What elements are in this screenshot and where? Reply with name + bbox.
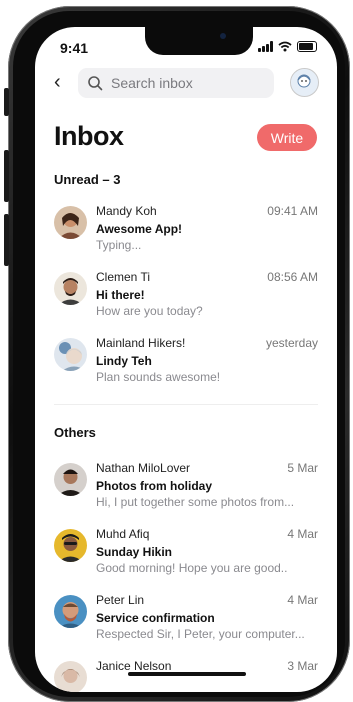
others-section-heading: Others	[54, 425, 96, 440]
message-time: 4 Mar	[287, 593, 318, 607]
camera-icon	[220, 33, 226, 39]
message-item[interactable]: Peter Lin 4 Mar Service confirmation Res…	[54, 593, 318, 647]
avatar	[54, 206, 87, 239]
phone-screen: 9:41 ‹ Inbox Write Unread – 3	[35, 27, 337, 692]
group-avatar	[54, 338, 87, 371]
message-preview: Typing...	[96, 238, 142, 252]
message-item[interactable]: Mandy Koh 09:41 AM Awesome App! Typing..…	[54, 204, 318, 258]
profile-avatar[interactable]	[290, 68, 319, 97]
avatar	[54, 463, 87, 496]
message-time: yesterday	[265, 336, 318, 350]
sender-name: Mandy Koh	[96, 204, 157, 218]
sender-name: Janice Nelson	[96, 659, 172, 673]
message-subject: Awesome App!	[96, 222, 183, 236]
mute-switch	[4, 88, 9, 116]
message-time: 4 Mar	[287, 527, 318, 541]
avatar	[54, 272, 87, 305]
page-title: Inbox	[54, 121, 124, 151]
search-icon	[88, 76, 103, 91]
message-item[interactable]: Muhd Afiq 4 Mar Sunday Hikin Good mornin…	[54, 527, 318, 581]
volume-down-button	[4, 214, 9, 266]
wifi-icon	[278, 41, 292, 52]
unread-section-heading: Unread – 3	[54, 172, 121, 187]
message-preview: Plan sounds awesome!	[96, 370, 221, 384]
message-time: 09:41 AM	[267, 204, 318, 218]
message-time: 5 Mar	[287, 461, 318, 475]
signal-icon	[258, 41, 273, 52]
message-preview: Respected Sir, I Peter, your computer...	[96, 627, 305, 641]
message-time: 3 Mar	[287, 659, 318, 673]
home-indicator[interactable]	[128, 672, 246, 676]
battery-icon	[297, 41, 317, 52]
avatar	[54, 661, 87, 692]
back-chevron-icon[interactable]: ‹	[54, 71, 61, 94]
message-subject: Hi there!	[96, 288, 145, 302]
message-time: 08:56 AM	[267, 270, 318, 284]
notch	[145, 27, 253, 55]
message-preview: Good morning! Hope you are good..	[96, 561, 288, 575]
message-preview: How are you today?	[96, 304, 203, 318]
sender-name: Nathan MiloLover	[96, 461, 191, 475]
message-item[interactable]: Mainland Hikers! yesterday Lindy Teh Pla…	[54, 336, 318, 390]
avatar	[54, 529, 87, 562]
write-button[interactable]: Write	[257, 124, 317, 151]
sender-name: Clemen Ti	[96, 270, 151, 284]
message-subject: Photos from holiday	[96, 479, 213, 493]
sender-name: Peter Lin	[96, 593, 145, 607]
search-input[interactable]	[109, 74, 263, 92]
message-preview: Hi, I put together some photos from...	[96, 495, 295, 509]
message-item[interactable]: Nathan MiloLover 5 Mar Photos from holid…	[54, 461, 318, 515]
avatar	[54, 595, 87, 628]
status-icons	[258, 41, 317, 52]
message-subject: Sunday Hikin	[96, 545, 173, 559]
sender-name: Muhd Afiq	[96, 527, 150, 541]
volume-up-button	[4, 150, 9, 202]
section-divider	[54, 404, 318, 405]
status-time: 9:41	[60, 40, 89, 56]
search-bar[interactable]	[78, 68, 274, 98]
message-subject: Lindy Teh	[96, 354, 152, 368]
sender-name: Mainland Hikers!	[96, 336, 186, 350]
message-subject: Service confirmation	[96, 611, 215, 625]
message-item[interactable]: Clemen Ti 08:56 AM Hi there! How are you…	[54, 270, 318, 324]
